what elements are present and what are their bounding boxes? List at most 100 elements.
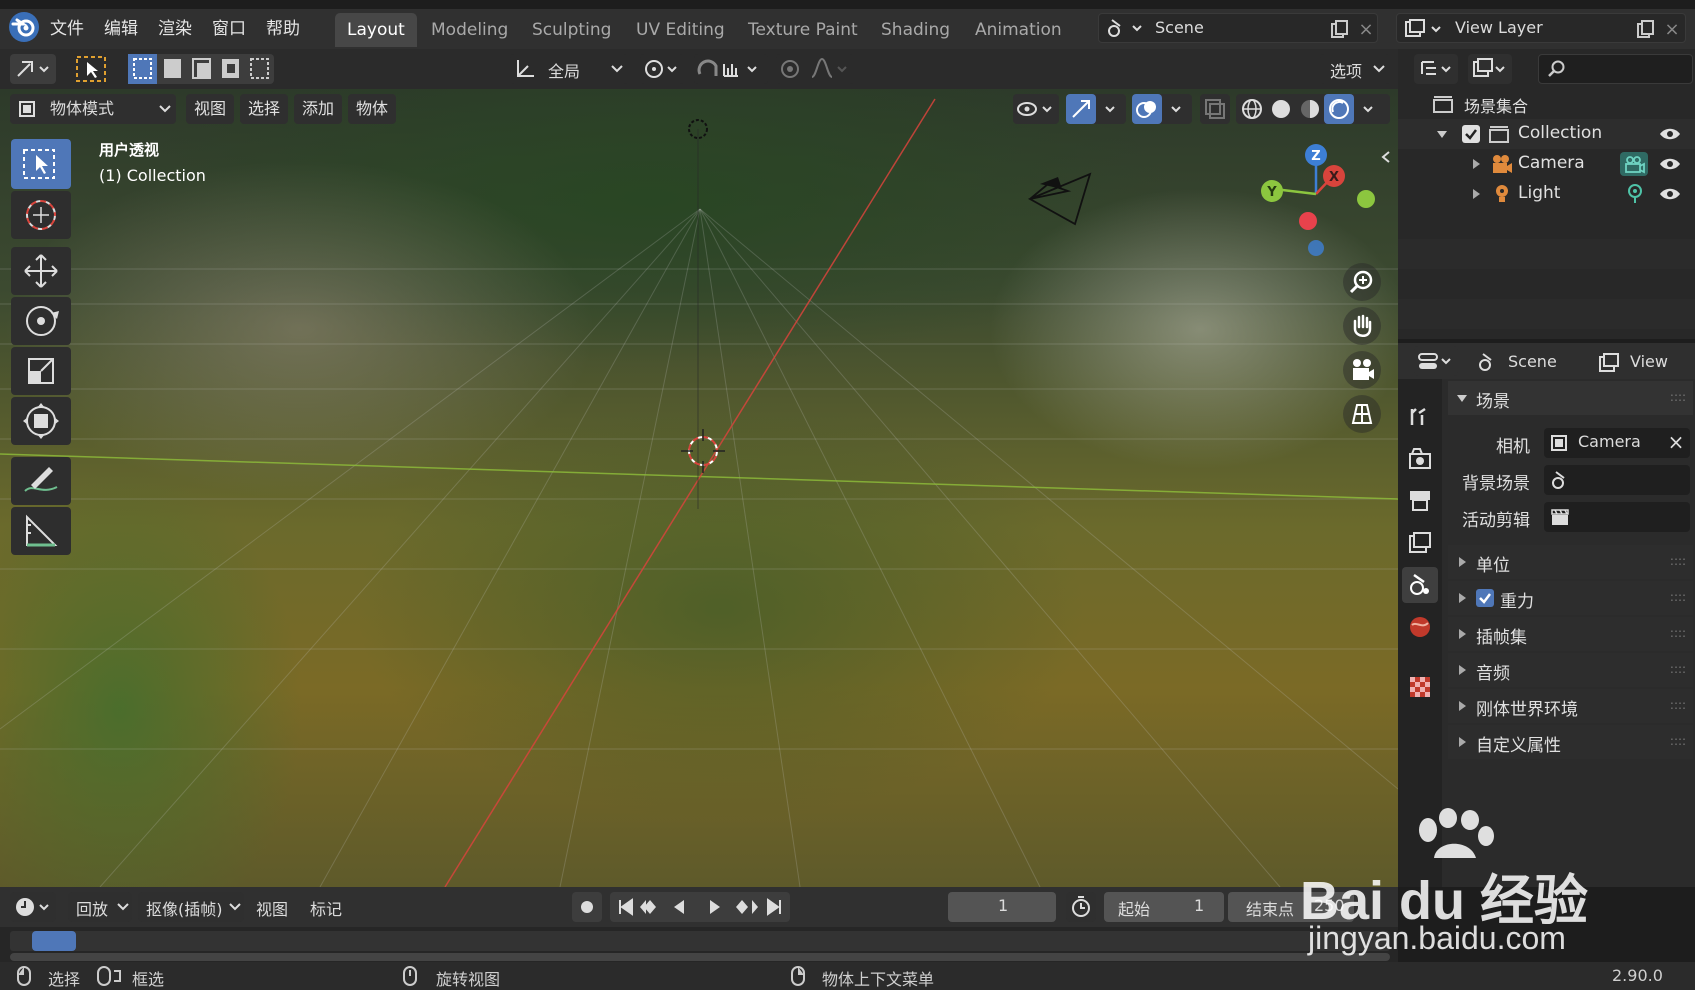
outliner-collection-row[interactable]: Collection [1398, 119, 1695, 149]
tab-texture-paint[interactable]: Texture Paint [736, 13, 870, 47]
new-view-layer-icon[interactable] [1635, 18, 1657, 40]
viewport-menu-add[interactable]: 添加 [294, 94, 343, 124]
current-frame-field[interactable]: 1 [948, 892, 1056, 922]
viewport-menu-object[interactable]: 物体 [348, 94, 397, 124]
rotate-tool[interactable] [11, 297, 71, 345]
audio-section[interactable]: 音频 :::: [1448, 653, 1693, 687]
select-box-tool[interactable] [11, 139, 71, 189]
end-frame-field[interactable]: 结束点 250 [1228, 892, 1354, 922]
options-dropdown[interactable]: 选项 [1320, 54, 1390, 84]
preview-range-toggle[interactable] [1066, 892, 1096, 922]
drag-handle-icon[interactable]: :::: [1670, 733, 1686, 749]
close-icon[interactable]: × [1661, 18, 1683, 40]
tab-uv-editing[interactable]: UV Editing [624, 13, 737, 47]
eye-icon[interactable] [1658, 125, 1682, 143]
menu-window[interactable]: 窗口 [212, 15, 246, 43]
editor-type-button[interactable] [10, 54, 56, 84]
menu-file[interactable]: 文件 [50, 15, 84, 43]
outliner-scene-collection[interactable]: 场景集合 [1398, 89, 1695, 119]
close-icon[interactable]: × [1355, 18, 1377, 40]
tab-animation[interactable]: Animation [963, 13, 1074, 47]
view-layer-selector[interactable]: View Layer × [1396, 13, 1686, 43]
perspective-grid-icon[interactable] [1343, 395, 1381, 433]
selection-mode-group[interactable] [128, 54, 274, 84]
gravity-section[interactable]: 重力 :::: [1448, 581, 1693, 615]
eye-icon[interactable] [1658, 155, 1682, 173]
drag-handle-icon[interactable]: :::: [1670, 553, 1686, 569]
tab-shading[interactable]: Shading [869, 13, 962, 47]
outliner-camera-row[interactable]: Camera [1398, 149, 1695, 179]
outliner-search-input[interactable] [1538, 54, 1693, 84]
background-scene-field[interactable] [1544, 465, 1690, 495]
gizmo-toggle[interactable] [1066, 94, 1126, 124]
viewport-menu-select[interactable]: 选择 [240, 94, 289, 124]
outliner-editor-type[interactable] [1414, 54, 1458, 84]
keying-sets-section[interactable]: 插帧集 :::: [1448, 617, 1693, 651]
proportional-editing-toggle[interactable] [776, 54, 854, 84]
cursor-tool[interactable] [11, 191, 71, 239]
view-layer-tab[interactable] [1402, 525, 1438, 561]
transform-tool[interactable] [11, 397, 71, 445]
properties-view-tab[interactable]: View [1630, 352, 1668, 371]
world-tab[interactable] [1402, 609, 1438, 645]
blender-logo-icon[interactable] [9, 12, 39, 42]
checkbox-icon[interactable] [1462, 125, 1480, 143]
properties-editor-type[interactable] [1414, 346, 1458, 376]
timeline-scrubber[interactable] [10, 931, 1390, 951]
playhead[interactable] [32, 931, 76, 951]
expand-triangle-icon[interactable] [1470, 158, 1482, 170]
gravity-checkbox-icon[interactable] [1476, 589, 1494, 607]
properties-scene-tab[interactable]: Scene [1508, 352, 1557, 371]
texture-tab[interactable] [1402, 669, 1438, 705]
new-scene-icon[interactable] [1329, 18, 1351, 40]
close-icon[interactable]: × [1666, 430, 1686, 454]
drag-handle-icon[interactable]: :::: [1670, 661, 1686, 677]
timeline-editor-type[interactable] [10, 892, 56, 922]
shading-mode-group[interactable] [1236, 94, 1390, 124]
3d-viewport[interactable]: 物体模式 视图 选择 添加 物体 用户透视 (1) Collection Z X… [0, 89, 1398, 887]
camera-property-field[interactable]: Camera × [1544, 428, 1690, 458]
xray-toggle[interactable] [1200, 94, 1230, 124]
overlays-toggle[interactable] [1132, 94, 1192, 124]
drag-handle-icon[interactable]: :::: [1670, 625, 1686, 641]
drag-handle-icon[interactable]: :::: [1670, 697, 1686, 713]
zoom-icon[interactable] [1343, 263, 1381, 301]
menu-help[interactable]: 帮助 [266, 15, 300, 43]
pan-hand-icon[interactable] [1343, 307, 1381, 345]
scene-tab[interactable] [1402, 567, 1438, 603]
measure-tool[interactable] [11, 507, 71, 555]
menu-edit[interactable]: 编辑 [104, 15, 138, 43]
start-frame-field[interactable]: 起始 1 [1104, 892, 1224, 922]
menu-render[interactable]: 渲染 [158, 15, 192, 43]
expand-triangle-icon[interactable] [1436, 128, 1448, 140]
select-tool-button[interactable] [74, 54, 108, 84]
tab-sculpting[interactable]: Sculpting [520, 13, 623, 47]
drag-handle-icon[interactable]: :::: [1670, 589, 1686, 605]
light-data-icon[interactable] [1624, 183, 1646, 205]
expand-triangle-icon[interactable] [1470, 188, 1482, 200]
keying-dropdown[interactable]: 抠像(插帧) [138, 892, 244, 922]
rigid-body-world-section[interactable]: 刚体世界环境 :::: [1448, 689, 1693, 723]
camera-view-icon[interactable] [1343, 351, 1381, 389]
custom-properties-section[interactable]: 自定义属性 :::: [1448, 725, 1693, 759]
chevron-left-icon[interactable] [1378, 149, 1394, 165]
tab-layout[interactable]: Layout [335, 13, 417, 47]
timeline-menu-marker[interactable]: 标记 [310, 896, 342, 920]
timeline-menu-view[interactable]: 视图 [256, 896, 288, 920]
annotate-tool[interactable] [11, 457, 71, 505]
viewport-menu-view[interactable]: 视图 [186, 94, 235, 124]
display-mode-dropdown[interactable] [1468, 54, 1512, 84]
units-section[interactable]: 单位 :::: [1448, 545, 1693, 579]
record-button[interactable] [572, 892, 602, 922]
visibility-dropdown[interactable] [1013, 94, 1059, 124]
transform-orientation-dropdown[interactable]: 全局 [510, 54, 628, 84]
scale-tool[interactable] [11, 347, 71, 395]
object-mode-dropdown[interactable]: 物体模式 [10, 94, 176, 124]
render-tab[interactable] [1402, 441, 1438, 477]
eye-icon[interactable] [1658, 185, 1682, 203]
outliner-light-row[interactable]: Light [1398, 179, 1695, 209]
tab-modeling[interactable]: Modeling [419, 13, 520, 47]
move-tool[interactable] [11, 247, 71, 295]
tool-settings-tab[interactable] [1402, 399, 1438, 435]
active-clip-field[interactable] [1544, 502, 1690, 532]
